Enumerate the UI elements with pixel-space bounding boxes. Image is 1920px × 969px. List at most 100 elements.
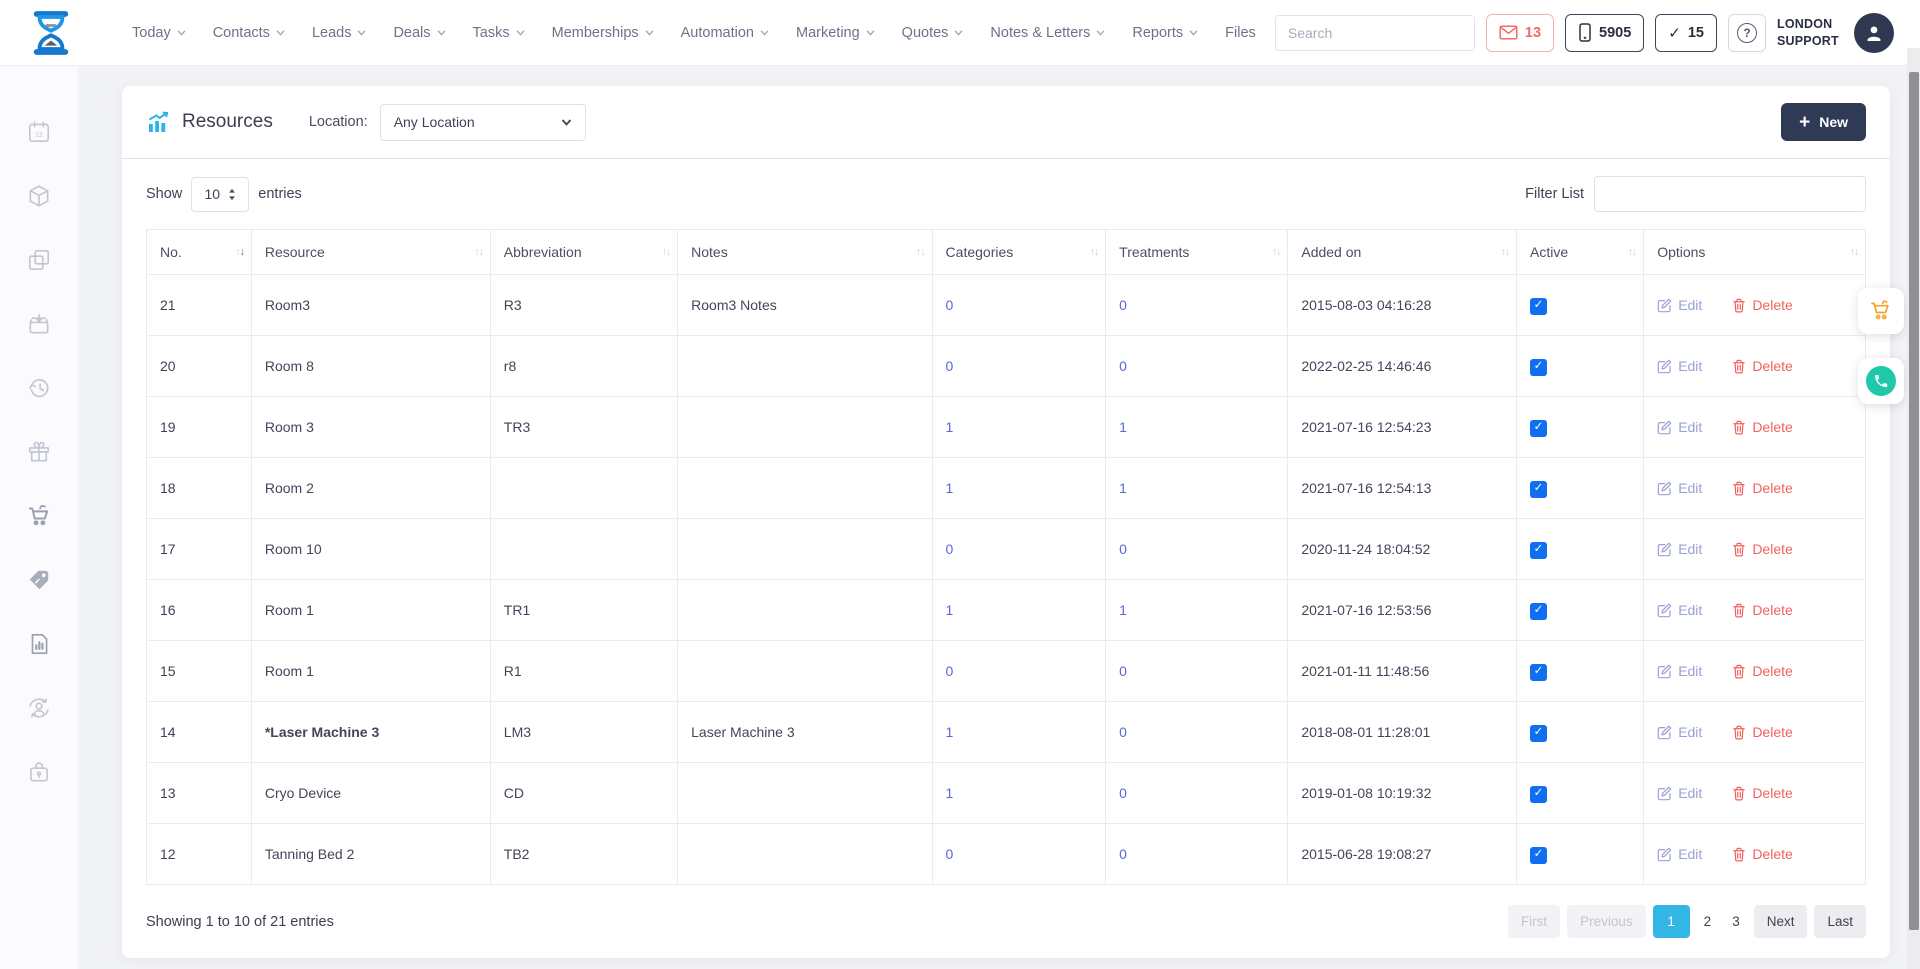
sidebar-item-products[interactable] bbox=[25, 182, 53, 210]
nav-item[interactable]: Memberships bbox=[552, 25, 654, 41]
edit-link[interactable]: Edit bbox=[1657, 785, 1702, 801]
column-header[interactable]: Added on ↑↓ bbox=[1288, 230, 1517, 275]
edit-link[interactable]: Edit bbox=[1657, 480, 1702, 496]
column-header[interactable]: Treatments ↑↓ bbox=[1106, 230, 1288, 275]
categories-count-link[interactable]: 0 bbox=[946, 663, 954, 679]
entries-per-page-select[interactable]: 10 bbox=[191, 177, 249, 212]
edit-link[interactable]: Edit bbox=[1657, 419, 1702, 435]
edit-link[interactable]: Edit bbox=[1657, 297, 1702, 313]
nav-item[interactable]: Automation bbox=[681, 25, 769, 41]
categories-count-link[interactable]: 0 bbox=[946, 846, 954, 862]
treatments-count-link[interactable]: 0 bbox=[1119, 358, 1127, 374]
categories-count-link[interactable]: 0 bbox=[946, 297, 954, 313]
column-header[interactable]: No. ↑↓ bbox=[147, 230, 252, 275]
delete-link[interactable]: Delete bbox=[1732, 602, 1792, 618]
location-select[interactable]: Any Location bbox=[380, 104, 586, 141]
edit-link[interactable]: Edit bbox=[1657, 358, 1702, 374]
categories-count-link[interactable]: 0 bbox=[946, 358, 954, 374]
quick-call-button[interactable] bbox=[1858, 358, 1904, 404]
new-button[interactable]: + New bbox=[1781, 103, 1866, 141]
column-header[interactable]: Abbreviation ↑↓ bbox=[490, 230, 677, 275]
nav-item[interactable]: Quotes bbox=[902, 25, 964, 41]
help-button[interactable]: ? bbox=[1728, 14, 1766, 52]
sidebar-item-bookings[interactable] bbox=[25, 310, 53, 338]
pagination-button[interactable]: 3 bbox=[1725, 905, 1747, 938]
pagination-button[interactable]: Last bbox=[1814, 905, 1866, 938]
delete-link[interactable]: Delete bbox=[1732, 663, 1792, 679]
sidebar-item-duplicates[interactable] bbox=[25, 246, 53, 274]
pagination-button[interactable]: First bbox=[1508, 905, 1560, 938]
sidebar-item-gifts[interactable] bbox=[25, 438, 53, 466]
quick-cart-button[interactable] bbox=[1858, 288, 1904, 334]
categories-count-link[interactable]: 1 bbox=[946, 724, 954, 740]
treatments-count-link[interactable]: 0 bbox=[1119, 846, 1127, 862]
treatments-count-link[interactable]: 0 bbox=[1119, 724, 1127, 740]
active-checkbox[interactable]: ✓ bbox=[1530, 481, 1547, 498]
nav-item[interactable]: Tasks bbox=[473, 25, 525, 41]
active-checkbox[interactable]: ✓ bbox=[1530, 786, 1547, 803]
nav-item[interactable]: Deals bbox=[393, 25, 445, 41]
sidebar-item-customer-sync[interactable] bbox=[25, 694, 53, 722]
sidebar-item-history[interactable] bbox=[25, 374, 53, 402]
scrollbar-thumb[interactable] bbox=[1909, 72, 1919, 930]
nav-item[interactable]: Marketing bbox=[796, 25, 875, 41]
messages-badge[interactable]: 13 bbox=[1486, 14, 1554, 52]
edit-link[interactable]: Edit bbox=[1657, 602, 1702, 618]
edit-link[interactable]: Edit bbox=[1657, 724, 1702, 740]
nav-item[interactable]: Leads bbox=[312, 25, 367, 41]
sidebar-item-security[interactable] bbox=[25, 758, 53, 786]
tasks-badge[interactable]: ✓ 15 bbox=[1655, 14, 1717, 52]
treatments-count-link[interactable]: 0 bbox=[1119, 663, 1127, 679]
nav-item[interactable]: Files bbox=[1225, 25, 1256, 41]
active-checkbox[interactable]: ✓ bbox=[1530, 725, 1547, 742]
active-checkbox[interactable]: ✓ bbox=[1530, 298, 1547, 315]
sidebar-item-reports[interactable] bbox=[25, 630, 53, 658]
categories-count-link[interactable]: 1 bbox=[946, 419, 954, 435]
calls-badge[interactable]: 5905 bbox=[1565, 14, 1644, 52]
nav-item[interactable]: Reports bbox=[1132, 25, 1198, 41]
active-checkbox[interactable]: ✓ bbox=[1530, 542, 1547, 559]
treatments-count-link[interactable]: 1 bbox=[1119, 419, 1127, 435]
filter-input[interactable] bbox=[1594, 176, 1866, 212]
categories-count-link[interactable]: 1 bbox=[946, 480, 954, 496]
delete-link[interactable]: Delete bbox=[1732, 541, 1792, 557]
sidebar-item-pos-cart[interactable] bbox=[25, 502, 53, 530]
delete-link[interactable]: Delete bbox=[1732, 480, 1792, 496]
pagination-button[interactable]: Previous bbox=[1567, 905, 1646, 938]
delete-link[interactable]: Delete bbox=[1732, 297, 1792, 313]
nav-item[interactable]: Notes & Letters bbox=[990, 25, 1105, 41]
delete-link[interactable]: Delete bbox=[1732, 785, 1792, 801]
column-header[interactable]: Categories ↑↓ bbox=[932, 230, 1106, 275]
treatments-count-link[interactable]: 0 bbox=[1119, 297, 1127, 313]
delete-link[interactable]: Delete bbox=[1732, 846, 1792, 862]
delete-link[interactable]: Delete bbox=[1732, 358, 1792, 374]
active-checkbox[interactable]: ✓ bbox=[1530, 420, 1547, 437]
column-header[interactable]: Notes ↑↓ bbox=[678, 230, 932, 275]
treatments-count-link[interactable]: 0 bbox=[1119, 541, 1127, 557]
nav-item[interactable]: Contacts bbox=[213, 25, 285, 41]
column-header[interactable]: Options ↑↓ bbox=[1644, 230, 1866, 275]
categories-count-link[interactable]: 1 bbox=[946, 602, 954, 618]
treatments-count-link[interactable]: 1 bbox=[1119, 602, 1127, 618]
edit-link[interactable]: Edit bbox=[1657, 541, 1702, 557]
delete-link[interactable]: Delete bbox=[1732, 724, 1792, 740]
edit-link[interactable]: Edit bbox=[1657, 663, 1702, 679]
nav-item[interactable]: Today bbox=[132, 25, 186, 41]
active-checkbox[interactable]: ✓ bbox=[1530, 664, 1547, 681]
sidebar-item-pricing[interactable] bbox=[25, 566, 53, 594]
active-checkbox[interactable]: ✓ bbox=[1530, 603, 1547, 620]
active-checkbox[interactable]: ✓ bbox=[1530, 359, 1547, 376]
categories-count-link[interactable]: 0 bbox=[946, 541, 954, 557]
treatments-count-link[interactable]: 1 bbox=[1119, 480, 1127, 496]
delete-link[interactable]: Delete bbox=[1732, 419, 1792, 435]
edit-link[interactable]: Edit bbox=[1657, 846, 1702, 862]
categories-count-link[interactable]: 1 bbox=[946, 785, 954, 801]
sidebar-item-calendar[interactable]: 12 bbox=[25, 118, 53, 146]
user-avatar[interactable] bbox=[1854, 13, 1894, 53]
app-logo-hourglass-icon[interactable] bbox=[28, 10, 74, 56]
pagination-button[interactable]: 1 bbox=[1653, 905, 1690, 938]
treatments-count-link[interactable]: 0 bbox=[1119, 785, 1127, 801]
search-input[interactable] bbox=[1276, 16, 1475, 50]
column-header[interactable]: Active ↑↓ bbox=[1516, 230, 1643, 275]
pagination-button[interactable]: Next bbox=[1754, 905, 1808, 938]
